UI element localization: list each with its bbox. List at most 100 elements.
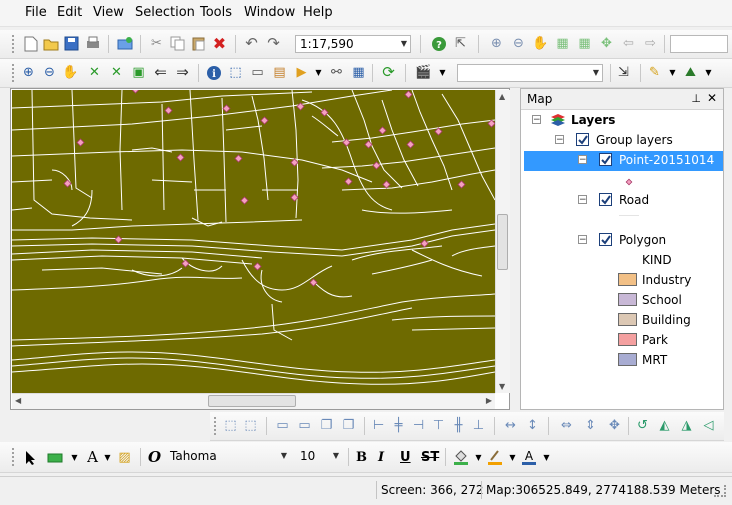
menu-tools[interactable]: Tools <box>200 5 232 20</box>
rectangle-tool-icon[interactable] <box>46 449 63 466</box>
toolbar-grip[interactable] <box>12 448 17 466</box>
scale-combo[interactable]: 1:17,590 ▼ <box>295 35 411 53</box>
menu-window[interactable]: Window <box>244 5 295 20</box>
same-height-icon[interactable]: ⇕ <box>582 417 599 434</box>
font-size-combo[interactable]: 10 ▼ <box>296 448 342 466</box>
resize-grip-icon[interactable] <box>714 485 726 497</box>
menu-view[interactable]: View <box>93 5 124 20</box>
same-width-icon[interactable]: ⇔ <box>558 417 575 434</box>
chevron-down-icon[interactable]: ▼ <box>99 449 116 466</box>
collapse-group-icon[interactable]: − <box>555 135 564 145</box>
attribute-table-icon[interactable]: ▦ <box>350 64 367 81</box>
map-horizontal-scrollbar[interactable]: ◀ ▶ <box>12 393 495 409</box>
add-data-icon[interactable] <box>116 35 133 52</box>
hyperlink-icon[interactable]: ⚯ <box>328 64 345 81</box>
bring-forward-icon[interactable]: ❐ <box>318 417 335 434</box>
flip-vertical-icon[interactable]: ◮ <box>678 417 695 434</box>
distribute-vertical-icon[interactable]: ↕ <box>524 417 541 434</box>
menu-help[interactable]: Help <box>303 5 333 20</box>
polygon-layer-checkbox[interactable] <box>599 233 612 246</box>
toolbar-combo-right[interactable] <box>670 35 728 53</box>
polygon-layer-label[interactable]: Polygon <box>619 233 666 247</box>
clapper-icon[interactable]: 🎬 <box>415 64 432 81</box>
rotate-right-icon[interactable]: ◁ <box>700 417 717 434</box>
line-color-icon[interactable] <box>486 448 503 465</box>
refresh-icon[interactable]: ⟳ <box>380 64 397 81</box>
measure-icon[interactable]: ▶ <box>293 64 310 81</box>
send-backward-icon[interactable]: ❐ <box>340 417 357 434</box>
vertical-scroll-thumb[interactable] <box>497 214 508 270</box>
point-layer-label[interactable]: Point-20151014 <box>619 153 714 167</box>
collapse-root-icon[interactable]: − <box>532 115 541 125</box>
pin-icon[interactable]: ⊥ <box>691 92 701 105</box>
collapse-polygon-layer-icon[interactable]: − <box>578 235 587 245</box>
align-center-icon[interactable]: ╪ <box>390 417 407 434</box>
menu-edit[interactable]: Edit <box>57 5 82 20</box>
align-top-icon[interactable]: ⊤ <box>430 417 447 434</box>
pencil-icon[interactable]: ✎ <box>646 64 663 81</box>
identify-icon[interactable]: i <box>205 64 222 81</box>
horizontal-scroll-thumb[interactable] <box>208 395 296 407</box>
ungroup-elements-icon[interactable]: ⬚ <box>242 417 259 434</box>
chevron-down-icon[interactable]: ▼ <box>310 64 327 81</box>
zoom-selection-icon[interactable]: ▣ <box>130 64 147 81</box>
zoom-out-fixed-icon[interactable]: ⊖ <box>510 35 527 52</box>
align-middle-icon[interactable]: ╫ <box>450 417 467 434</box>
chevron-down-icon[interactable]: ▼ <box>66 449 83 466</box>
group-elements-icon[interactable]: ⬚ <box>222 417 239 434</box>
help-icon[interactable]: ? <box>430 35 447 52</box>
fill-color-icon[interactable] <box>452 448 469 465</box>
undo-icon[interactable]: ↶ <box>243 35 260 52</box>
close-icon[interactable]: ✕ <box>707 91 717 105</box>
pan-disabled-icon[interactable]: ✋ <box>532 35 549 52</box>
zoom-layer-arrows-icon[interactable]: ✕ <box>108 64 125 81</box>
point-layer-checkbox[interactable] <box>599 153 612 166</box>
font-color-icon[interactable]: A <box>520 448 537 465</box>
underline-button[interactable]: U <box>400 450 411 465</box>
paste-icon[interactable] <box>190 35 207 52</box>
bold-button[interactable]: B <box>356 450 367 465</box>
bring-to-front-icon[interactable]: ▭ <box>274 417 291 434</box>
align-bottom-icon[interactable]: ⊥ <box>470 417 487 434</box>
select-pointer-icon[interactable] <box>22 449 39 466</box>
full-extent-icon[interactable]: ▦ <box>554 35 571 52</box>
collapse-road-layer-icon[interactable]: − <box>578 195 587 205</box>
road-layer-checkbox[interactable] <box>599 193 612 206</box>
edit-tool-icon[interactable]: ⇲ <box>615 64 632 81</box>
new-document-icon[interactable] <box>22 35 39 52</box>
align-left-icon[interactable]: ⊢ <box>370 417 387 434</box>
highlight-tool-icon[interactable]: ▨ <box>116 449 133 466</box>
italic-button[interactable]: I <box>378 450 384 465</box>
align-right-icon[interactable]: ⊣ <box>410 417 427 434</box>
delete-icon[interactable]: ✖ <box>211 35 228 52</box>
chevron-down-icon[interactable]: ▼ <box>664 64 681 81</box>
chevron-down-icon[interactable]: ▼ <box>470 449 487 466</box>
chevron-down-icon[interactable]: ▼ <box>538 449 555 466</box>
next-extent-icon[interactable]: ⇨ <box>642 35 659 52</box>
whats-this-icon[interactable]: ⇱ <box>452 35 469 52</box>
same-size-icon[interactable]: ✥ <box>606 417 623 434</box>
zoom-in-icon[interactable]: ⊕ <box>20 64 37 81</box>
scroll-down-icon[interactable]: ▼ <box>499 382 505 391</box>
road-layer-label[interactable]: Road <box>619 193 649 207</box>
rotate-left-icon[interactable]: ↺ <box>634 417 651 434</box>
copy-icon[interactable] <box>169 35 186 52</box>
forward-arrow-icon[interactable]: ⇒ <box>174 64 191 81</box>
zoom-out-icon[interactable]: ⊖ <box>41 64 58 81</box>
save-icon[interactable] <box>63 35 80 52</box>
toolbar-grip[interactable] <box>214 417 219 435</box>
pan-icon[interactable]: ✋ <box>62 64 79 81</box>
strikethrough-button[interactable]: ST <box>421 450 439 465</box>
back-arrow-icon[interactable]: ⇐ <box>152 64 169 81</box>
toolbar-grip[interactable] <box>12 64 17 82</box>
sketch-icon[interactable]: ⛰ <box>682 64 699 81</box>
print-icon[interactable] <box>84 35 101 52</box>
open-folder-icon[interactable] <box>42 35 59 52</box>
zoom-in-fixed-icon[interactable]: ⊕ <box>488 35 505 52</box>
menu-selection[interactable]: Selection <box>135 5 195 20</box>
distribute-horizontal-icon[interactable]: ↔ <box>502 417 519 434</box>
clear-selection-icon[interactable]: ▭ <box>249 64 266 81</box>
zoom-to-layer-icon[interactable]: ▦ <box>576 35 593 52</box>
group-layers-label[interactable]: Group layers <box>596 133 673 147</box>
collapse-point-layer-icon[interactable]: − <box>578 155 587 165</box>
